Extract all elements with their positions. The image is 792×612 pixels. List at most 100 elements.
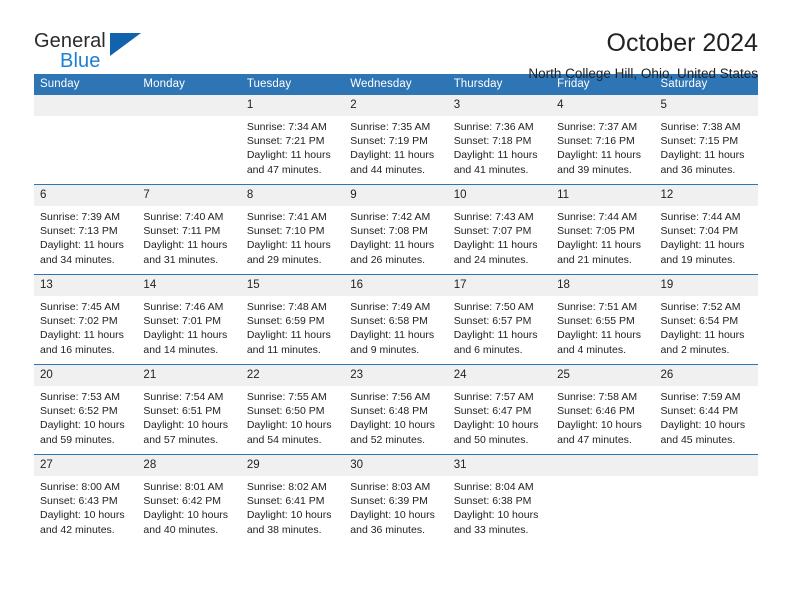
calendar-day-cell[interactable]: 31 Sunrise: 8:04 AM Sunset: 6:38 PM Dayligh… [447,454,552,544]
daylight-text-line1: Daylight: 11 hours [660,239,745,252]
calendar-day-cell[interactable]: 7 Sunrise: 7:40 AM Sunset: 7:11 PM Daylight… [137,184,241,275]
daylight-text-line1: Daylight: 10 hours [660,419,746,432]
sunset-text: Sunset: 6:55 PM [557,315,635,328]
daylight-text-line2: and 57 minutes. [143,433,219,446]
weekday-header-tuesday: Tuesday [240,74,345,95]
day-number: 12 [654,185,758,206]
sunset-text: Sunset: 7:11 PM [143,225,221,238]
daylight-text-line2: and 36 minutes. [350,523,425,536]
day-detail: Sunrise: 7:44 AM Sunset: 7:05 PM Daylight:… [551,206,654,267]
calendar-day-cell[interactable]: 20 Sunrise: 7:53 AM Sunset: 6:52 PM Dayligh… [34,364,138,455]
calendar-cell-empty [551,454,655,544]
calendar-table: Sunday Monday Tuesday Wednesday Thursday… [34,74,758,544]
daylight-text-line2: and 6 minutes. [453,343,523,356]
sunrise-text: Sunrise: 7:37 AM [557,121,638,133]
day-detail: Sunrise: 8:00 AM Sunset: 6:43 PM Daylight:… [34,476,137,537]
calendar-cell-empty [137,95,241,185]
calendar-day-cell[interactable]: 17 Sunrise: 7:50 AM Sunset: 6:57 PM Dayligh… [447,274,552,365]
calendar-day-cell[interactable]: 27 Sunrise: 8:00 AM Sunset: 6:43 PM Dayligh… [34,454,138,544]
calendar-day-cell[interactable]: 21 Sunrise: 7:54 AM Sunset: 6:51 PM Dayligh… [137,364,241,455]
calendar-day-cell[interactable]: 22 Sunrise: 7:55 AM Sunset: 6:50 PM Dayligh… [240,364,345,455]
sunset-text: Sunset: 6:39 PM [350,495,428,508]
sunrise-text: Sunrise: 8:01 AM [143,481,224,493]
calendar-day-cell[interactable]: 29 Sunrise: 8:02 AM Sunset: 6:41 PM Dayligh… [240,454,345,544]
sunset-text: Sunset: 6:41 PM [246,495,325,508]
day-number: 9 [344,185,448,206]
calendar-day-cell[interactable]: 12 Sunrise: 7:44 AM Sunset: 7:04 PM Dayligh… [654,184,758,275]
sunrise-text: Sunrise: 8:02 AM [246,481,327,493]
calendar-day-cell[interactable]: 9 Sunrise: 7:42 AM Sunset: 7:08 PM Daylight… [344,184,448,275]
calendar-week-row: 27 Sunrise: 8:00 AM Sunset: 6:43 PM Dayligh… [34,454,758,544]
calendar-day-cell[interactable]: 4 Sunrise: 7:37 AM Sunset: 7:16 PM Daylight… [551,95,655,185]
daylight-text-line2: and 52 minutes. [350,433,425,446]
sunset-text: Sunset: 7:07 PM [453,225,532,238]
day-number: 15 [240,275,345,296]
daylight-text-line2: and 45 minutes. [660,433,736,446]
sunrise-text: Sunrise: 7:49 AM [350,301,431,313]
sunset-text: Sunset: 6:59 PM [246,315,325,328]
calendar-body: 1 Sunrise: 7:34 AM Sunset: 7:21 PM Daylight… [34,95,758,544]
calendar-day-cell[interactable]: 5 Sunrise: 7:38 AM Sunset: 7:15 PM Daylight… [654,95,758,185]
day-detail: Sunrise: 7:52 AM Sunset: 6:54 PM Daylight:… [655,296,758,357]
day-number: 17 [447,275,552,296]
daylight-text-line1: Daylight: 11 hours [143,239,228,252]
daylight-text-line1: Daylight: 10 hours [453,509,539,522]
calendar-day-cell[interactable]: 2 Sunrise: 7:35 AM Sunset: 7:19 PM Daylight… [344,95,448,185]
day-detail: Sunrise: 7:37 AM Sunset: 7:16 PM Daylight:… [551,116,654,177]
daylight-text-line1: Daylight: 11 hours [350,149,435,162]
calendar-day-cell[interactable]: 10 Sunrise: 7:43 AM Sunset: 7:07 PM Dayligh… [447,184,552,275]
daylight-text-line2: and 50 minutes. [453,433,529,446]
day-detail: Sunrise: 7:38 AM Sunset: 7:15 PM Daylight:… [655,116,758,177]
daylight-text-line1: Daylight: 10 hours [453,419,539,432]
daylight-text-line2: and 39 minutes. [557,163,632,176]
day-detail: Sunrise: 7:44 AM Sunset: 7:04 PM Daylight:… [655,206,758,267]
page-title: October 2024 [606,29,759,57]
day-detail: Sunrise: 7:54 AM Sunset: 6:51 PM Daylight:… [137,386,240,447]
sunset-text: Sunset: 6:38 PM [453,495,532,508]
calendar-week-row: 20 Sunrise: 7:53 AM Sunset: 6:52 PM Dayligh… [34,364,758,455]
sunrise-text: Sunrise: 7:45 AM [40,301,120,313]
sunrise-text: Sunrise: 7:34 AM [246,121,327,133]
sunrise-text: Sunrise: 7:55 AM [246,391,327,403]
calendar-day-cell[interactable]: 25 Sunrise: 7:58 AM Sunset: 6:46 PM Dayligh… [551,364,655,455]
calendar-day-cell[interactable]: 26 Sunrise: 7:59 AM Sunset: 6:44 PM Dayligh… [654,364,758,455]
daylight-text-line1: Daylight: 11 hours [40,329,124,342]
sunrise-text: Sunrise: 7:41 AM [246,211,327,223]
daylight-text-line2: and 11 minutes. [246,343,321,356]
sunset-text: Sunset: 7:21 PM [246,135,325,148]
daylight-text-line2: and 41 minutes. [453,163,529,176]
day-detail: Sunrise: 7:46 AM Sunset: 7:01 PM Daylight:… [137,296,240,357]
calendar-day-cell[interactable]: 3 Sunrise: 7:36 AM Sunset: 7:18 PM Daylight… [447,95,552,185]
day-number: 31 [447,455,552,476]
calendar-week-row: 6 Sunrise: 7:39 AM Sunset: 7:13 PM Daylight… [34,184,758,275]
daylight-text-line1: Daylight: 11 hours [453,239,538,252]
daylight-text-line2: and 19 minutes. [660,253,736,266]
day-number [551,455,655,476]
daylight-text-line1: Daylight: 11 hours [143,329,228,342]
sunset-text: Sunset: 7:02 PM [40,315,118,328]
calendar-day-cell[interactable]: 19 Sunrise: 7:52 AM Sunset: 6:54 PM Dayligh… [654,274,758,365]
calendar-day-cell[interactable]: 24 Sunrise: 7:57 AM Sunset: 6:47 PM Dayligh… [447,364,552,455]
calendar-day-cell[interactable]: 11 Sunrise: 7:44 AM Sunset: 7:05 PM Dayligh… [551,184,655,275]
title-block: October 2024 North College Hill, Ohio, U… [528,26,758,84]
daylight-text-line1: Daylight: 11 hours [557,149,641,162]
calendar-day-cell[interactable]: 6 Sunrise: 7:39 AM Sunset: 7:13 PM Daylight… [34,184,138,275]
calendar-day-cell[interactable]: 23 Sunrise: 7:56 AM Sunset: 6:48 PM Dayligh… [344,364,448,455]
day-number: 2 [344,95,448,116]
brand-logo[interactable]: General Blue [34,26,184,82]
calendar-day-cell[interactable]: 15 Sunrise: 7:48 AM Sunset: 6:59 PM Dayligh… [240,274,345,365]
sunset-text: Sunset: 6:47 PM [453,405,532,418]
calendar-day-cell[interactable]: 8 Sunrise: 7:41 AM Sunset: 7:10 PM Daylight… [240,184,345,275]
daylight-text-line1: Daylight: 11 hours [350,329,435,342]
day-number: 5 [654,95,758,116]
calendar-day-cell[interactable]: 30 Sunrise: 8:03 AM Sunset: 6:39 PM Dayligh… [344,454,448,544]
sunrise-text: Sunrise: 7:46 AM [143,301,224,313]
daylight-text-line1: Daylight: 10 hours [40,509,125,522]
calendar-day-cell[interactable]: 28 Sunrise: 8:01 AM Sunset: 6:42 PM Dayligh… [137,454,241,544]
calendar-day-cell[interactable]: 13 Sunrise: 7:45 AM Sunset: 7:02 PM Dayligh… [34,274,138,365]
calendar-day-cell[interactable]: 1 Sunrise: 7:34 AM Sunset: 7:21 PM Daylight… [240,95,345,185]
calendar-day-cell[interactable]: 14 Sunrise: 7:46 AM Sunset: 7:01 PM Dayligh… [137,274,241,365]
calendar-day-cell[interactable]: 18 Sunrise: 7:51 AM Sunset: 6:55 PM Dayligh… [551,274,655,365]
calendar-day-cell[interactable]: 16 Sunrise: 7:49 AM Sunset: 6:58 PM Dayligh… [344,274,448,365]
calendar-page: General Blue October 2024 North College … [0,0,792,612]
